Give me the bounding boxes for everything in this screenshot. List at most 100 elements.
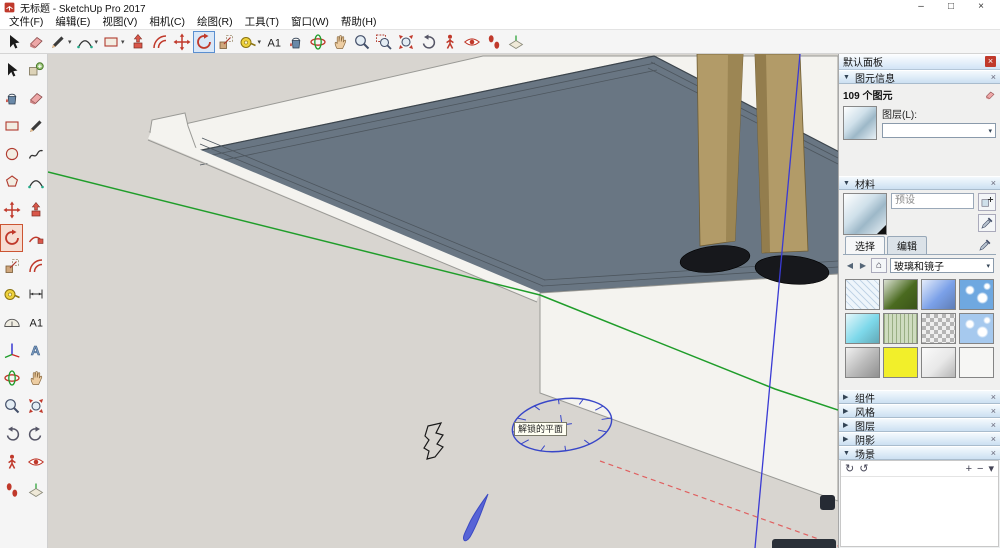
menu-camera[interactable]: 相机(C) <box>143 14 191 29</box>
material-swatch-frosted-white[interactable] <box>921 347 956 378</box>
chevron-collapsed-icon[interactable]: ▶ <box>843 435 851 443</box>
remove-scene-icon[interactable]: − <box>977 463 983 475</box>
section-header-scenes[interactable]: ▼ 场景 × <box>839 446 1000 460</box>
maximize-button[interactable]: □ <box>936 0 966 14</box>
sample-paint-button[interactable] <box>978 214 996 232</box>
dropdown-caret-icon[interactable]: ▾ <box>258 38 262 46</box>
make-component-tool-button[interactable] <box>24 56 47 84</box>
eraser-tool-button[interactable] <box>25 31 47 53</box>
material-swatch-translucent-checker[interactable] <box>921 313 956 344</box>
sample-paint-button-2[interactable] <box>976 236 994 254</box>
eraser-tool-button[interactable] <box>24 84 47 112</box>
close-icon[interactable]: × <box>991 178 996 188</box>
close-icon[interactable]: × <box>991 434 996 444</box>
look-around-tool-button[interactable] <box>24 448 47 476</box>
refresh-scene-icon[interactable]: ↺ <box>859 462 868 475</box>
zoom-extents-tool-button[interactable] <box>24 392 47 420</box>
material-swatch-yellow-glass[interactable] <box>883 347 918 378</box>
arc-tool-button[interactable] <box>24 168 47 196</box>
offset-tool-button[interactable] <box>24 252 47 280</box>
section-plane-tool-button[interactable] <box>505 31 527 53</box>
material-swatch-cyan-glass[interactable] <box>845 313 880 344</box>
move-tool-button[interactable] <box>0 196 23 224</box>
update-scene-icon[interactable]: ↻ <box>845 462 854 475</box>
menu-draw[interactable]: 绘图(R) <box>191 14 239 29</box>
back-arrow-icon[interactable]: ◀ <box>845 261 855 270</box>
section-header-components[interactable]: ▶ 组件 × <box>839 390 1000 404</box>
push-pull-tool-button[interactable] <box>127 31 149 53</box>
line-tool-button[interactable] <box>24 112 47 140</box>
look-around-tool-button[interactable] <box>461 31 483 53</box>
text-tool-button[interactable] <box>24 308 47 336</box>
section-header-layers[interactable]: ▶ 图层 × <box>839 418 1000 432</box>
orbit-tool-button[interactable] <box>0 364 23 392</box>
menu-view[interactable]: 视图(V) <box>96 14 143 29</box>
next-view-tool-button[interactable] <box>24 420 47 448</box>
tape-measure-tool-button[interactable]: ▾ <box>237 31 264 53</box>
rotate-tool-button[interactable] <box>193 31 215 53</box>
close-button[interactable]: × <box>966 0 996 14</box>
drawing-canvas[interactable] <box>48 54 838 548</box>
material-swatch-clear-white[interactable] <box>959 347 994 378</box>
dropdown-caret-icon[interactable]: ▾ <box>68 38 72 46</box>
forward-arrow-icon[interactable]: ▶ <box>858 261 868 270</box>
zoom-tool-button[interactable] <box>0 392 23 420</box>
chevron-expanded-icon[interactable]: ▼ <box>843 180 851 187</box>
position-camera-tool-button[interactable] <box>0 448 23 476</box>
follow-me-tool-button[interactable] <box>24 224 47 252</box>
push-pull-tool-button[interactable] <box>24 196 47 224</box>
chevron-collapsed-icon[interactable]: ▶ <box>843 393 851 401</box>
material-swatch-dark-green-glass[interactable] <box>883 279 918 310</box>
polygon-tool-button[interactable] <box>0 168 23 196</box>
zoom-extents-tool-button[interactable] <box>395 31 417 53</box>
freehand-tool-button[interactable] <box>24 140 47 168</box>
menu-help[interactable]: 帮助(H) <box>335 14 383 29</box>
zoom-tool-button[interactable] <box>351 31 373 53</box>
chevron-collapsed-icon[interactable]: ▶ <box>843 407 851 415</box>
move-tool-button[interactable] <box>171 31 193 53</box>
dropdown-caret-icon[interactable]: ▾ <box>121 38 125 46</box>
tab-edit[interactable]: 编辑 <box>887 236 927 254</box>
material-name-field[interactable]: 预设 <box>891 193 974 209</box>
offset-tool-button[interactable] <box>149 31 171 53</box>
position-camera-tool-button[interactable] <box>439 31 461 53</box>
material-swatch-blue-glass[interactable] <box>921 279 956 310</box>
dimension-tool-button[interactable] <box>24 280 47 308</box>
text-tool-button[interactable] <box>263 31 285 53</box>
close-icon[interactable]: × <box>991 392 996 402</box>
close-icon[interactable]: × <box>991 72 996 82</box>
chevron-expanded-icon[interactable]: ▼ <box>843 450 851 457</box>
select-tool-button[interactable] <box>3 31 25 53</box>
walk-tool-button[interactable] <box>0 476 23 504</box>
pan-tool-button[interactable] <box>329 31 351 53</box>
tab-select[interactable]: 选择 <box>845 236 885 254</box>
close-icon[interactable]: × <box>991 406 996 416</box>
axes-tool-button[interactable] <box>0 336 23 364</box>
circle-tool-button[interactable] <box>0 140 23 168</box>
panel-close-icon[interactable]: × <box>985 56 996 67</box>
close-icon[interactable]: × <box>991 448 996 458</box>
arcs-tool-button[interactable]: ▾ <box>74 31 101 53</box>
section-header-materials[interactable]: ▼ 材料 × <box>839 176 1000 190</box>
scene-options-icon[interactable]: ▾ <box>988 462 994 475</box>
layer-dropdown[interactable]: ▾ <box>882 123 996 138</box>
material-swatch-sky-light[interactable] <box>959 313 994 344</box>
material-swatch-pearl-stripes[interactable] <box>883 313 918 344</box>
scale-tool-button[interactable] <box>215 31 237 53</box>
material-swatch-translucent-glass[interactable] <box>845 279 880 310</box>
menu-tools[interactable]: 工具(T) <box>239 14 285 29</box>
create-material-button[interactable] <box>978 193 996 211</box>
pan-tool-button[interactable] <box>24 364 47 392</box>
scale-tool-button[interactable] <box>0 252 23 280</box>
walk-tool-button[interactable] <box>483 31 505 53</box>
paint-bucket-tool-button[interactable] <box>0 84 23 112</box>
section-header-entity-info[interactable]: ▼ 图元信息 × <box>839 70 1000 84</box>
home-icon[interactable]: ⌂ <box>871 258 887 273</box>
menu-file[interactable]: 文件(F) <box>3 14 49 29</box>
section-header-styles[interactable]: ▶ 风格 × <box>839 404 1000 418</box>
section-plane-tool-button[interactable] <box>24 476 47 504</box>
tape-measure-tool-button[interactable] <box>0 280 23 308</box>
menu-window[interactable]: 窗口(W) <box>285 14 335 29</box>
paint-bucket-tool-button[interactable] <box>285 31 307 53</box>
previous-view-tool-button[interactable] <box>417 31 439 53</box>
